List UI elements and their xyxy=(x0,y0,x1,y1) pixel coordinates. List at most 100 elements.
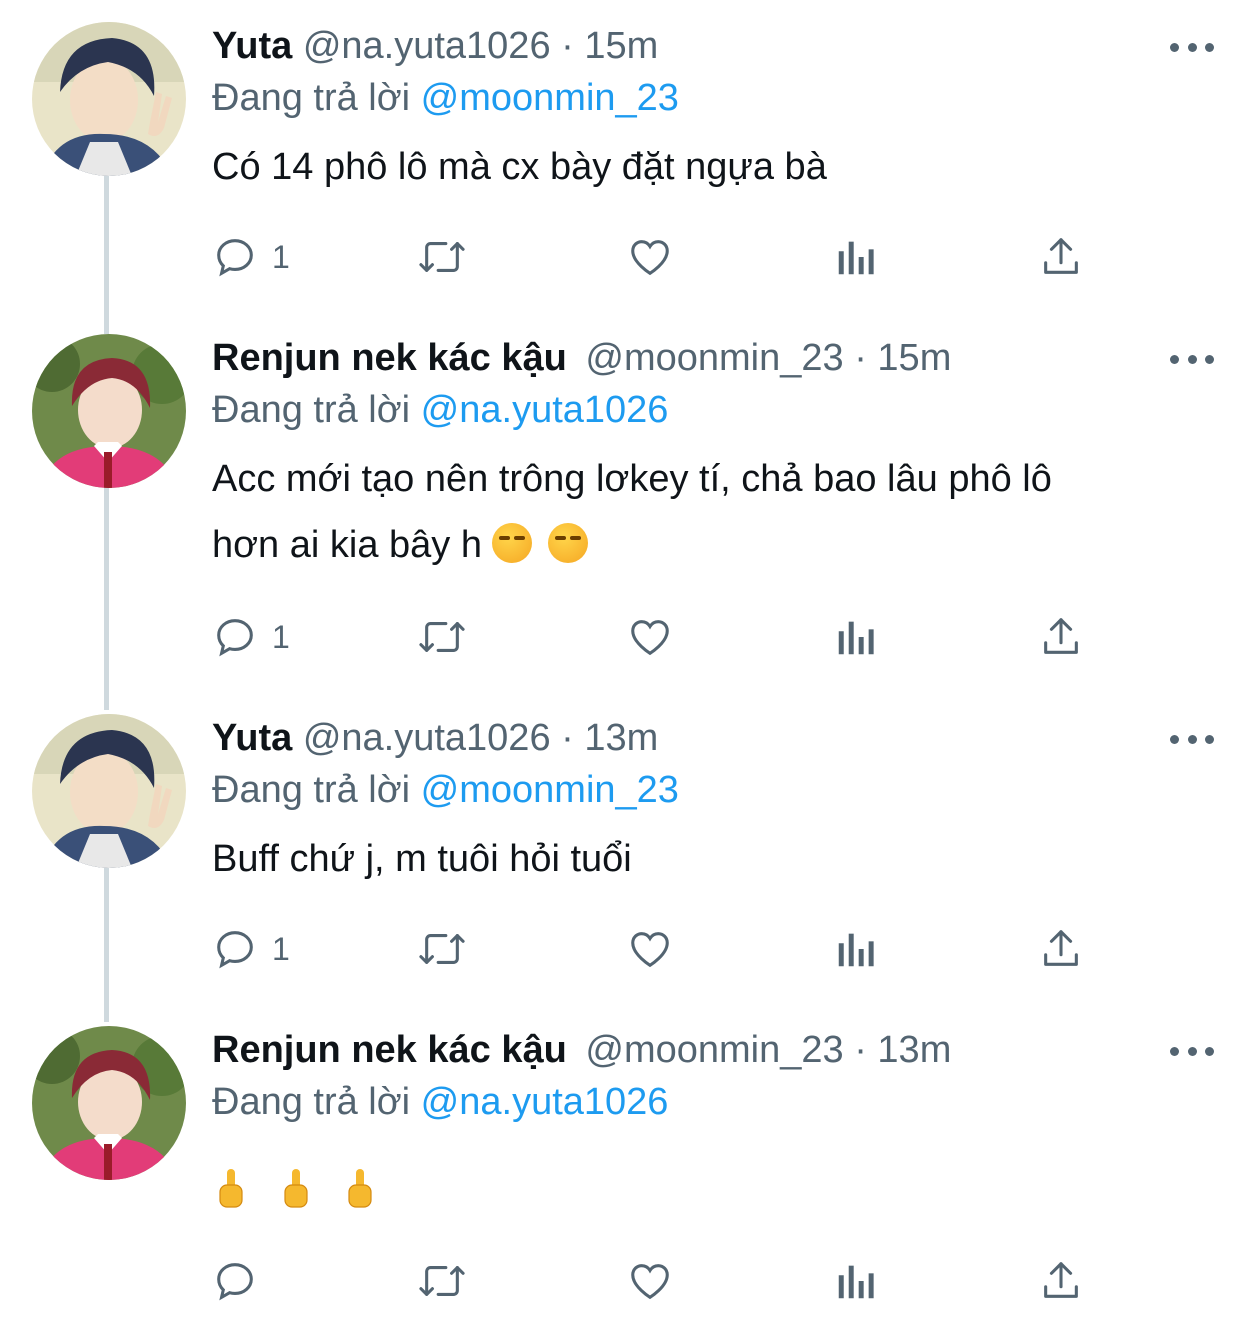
share-icon xyxy=(1044,618,1078,654)
tweet-header: Renjun nek kác kậu @moonmin_23 · 13m xyxy=(212,1024,951,1076)
analytics-icon xyxy=(838,933,874,967)
like-button[interactable] xyxy=(626,612,674,662)
replying-label: Đang trả lời xyxy=(212,769,411,811)
tweet[interactable]: Yuta @na.yuta1026 · 13m Đang trả lời @mo… xyxy=(0,692,1242,1004)
reply-icon xyxy=(217,619,253,657)
tweet-text-part: hơn ai kia bây h xyxy=(212,524,482,566)
user-handle[interactable]: @moonmin_23 xyxy=(585,1029,843,1071)
share-button[interactable] xyxy=(1038,232,1084,282)
display-name[interactable]: Renjun nek kác kậu xyxy=(212,337,567,379)
like-button[interactable] xyxy=(626,1256,674,1306)
heart-icon xyxy=(631,620,669,656)
action-bar: 1 xyxy=(212,924,1092,974)
mention-link[interactable]: @moonmin_23 xyxy=(421,77,679,119)
retweet-button[interactable] xyxy=(416,232,468,282)
share-icon xyxy=(1044,930,1078,966)
retweet-button[interactable] xyxy=(416,612,468,662)
avatar[interactable] xyxy=(32,1026,186,1180)
replying-to: Đang trả lời @moonmin_23 xyxy=(212,765,679,815)
middle-finger-emoji xyxy=(218,1164,244,1208)
analytics-icon xyxy=(838,1265,874,1299)
mention-link[interactable]: @na.yuta1026 xyxy=(421,1081,669,1123)
tweet-text: Acc mới tạo nên trông lơkey tí, chả bao … xyxy=(212,446,1202,578)
retweet-icon xyxy=(419,622,465,652)
timestamp[interactable]: 13m xyxy=(877,1029,951,1071)
more-options-icon[interactable] xyxy=(1170,40,1214,54)
smirking-face-emoji xyxy=(547,523,588,563)
timestamp[interactable]: 15m xyxy=(877,337,951,379)
tweet-text-line: hơn ai kia bây h xyxy=(212,512,1202,578)
analytics-button[interactable] xyxy=(834,924,878,974)
heart-icon xyxy=(631,1264,669,1300)
analytics-button[interactable] xyxy=(834,232,878,282)
timestamp[interactable]: 13m xyxy=(584,717,658,759)
smirking-face-emoji xyxy=(491,523,532,563)
separator-dot: · xyxy=(854,1029,867,1071)
analytics-icon xyxy=(838,621,874,655)
middle-finger-emoji xyxy=(283,1164,309,1208)
retweet-button[interactable] xyxy=(416,924,468,974)
tweet-header: Renjun nek kác kậu @moonmin_23 · 15m xyxy=(212,332,951,384)
user-handle[interactable]: @na.yuta1026 xyxy=(303,25,551,67)
timestamp[interactable]: 15m xyxy=(584,25,658,67)
user-handle[interactable]: @na.yuta1026 xyxy=(303,717,551,759)
middle-finger-emoji xyxy=(347,1164,373,1208)
tweet-header: Yuta @na.yuta1026 · 15m xyxy=(212,20,658,72)
display-name[interactable]: Yuta xyxy=(212,25,292,67)
replying-label: Đang trả lời xyxy=(212,389,411,431)
tweet[interactable]: Yuta @na.yuta1026 · 15m Đang trả lời @mo… xyxy=(0,0,1242,312)
reply-count: 1 xyxy=(272,930,290,967)
tweet-text-line: Acc mới tạo nên trông lơkey tí, chả bao … xyxy=(212,458,1052,500)
replying-to: Đang trả lời @na.yuta1026 xyxy=(212,1077,668,1127)
mention-link[interactable]: @na.yuta1026 xyxy=(421,389,669,431)
reply-button[interactable]: 1 xyxy=(212,612,290,662)
reply-button[interactable] xyxy=(212,1256,272,1306)
mention-link[interactable]: @moonmin_23 xyxy=(421,769,679,811)
reply-icon xyxy=(217,1263,253,1301)
reply-count: 1 xyxy=(272,238,290,275)
tweet[interactable]: Renjun nek kác kậu @moonmin_23 · 15m Đan… xyxy=(0,312,1242,692)
tweet-text: Buff chứ j, m tuôi hỏi tuổi xyxy=(212,838,632,880)
analytics-button[interactable] xyxy=(834,1256,878,1306)
reply-icon xyxy=(217,931,253,969)
reply-button[interactable]: 1 xyxy=(212,924,290,974)
retweet-button[interactable] xyxy=(416,1256,468,1306)
replying-to: Đang trả lời @moonmin_23 xyxy=(212,73,679,123)
share-button[interactable] xyxy=(1038,924,1084,974)
avatar[interactable] xyxy=(32,22,186,176)
retweet-icon xyxy=(419,242,465,272)
heart-icon xyxy=(631,240,669,276)
analytics-icon xyxy=(838,241,874,275)
reply-count: 1 xyxy=(272,618,290,655)
share-icon xyxy=(1044,1262,1078,1298)
replying-to: Đang trả lời @na.yuta1026 xyxy=(212,385,668,435)
more-options-icon[interactable] xyxy=(1170,1044,1214,1058)
reply-button[interactable]: 1 xyxy=(212,232,290,282)
more-options-icon[interactable] xyxy=(1170,732,1214,746)
retweet-icon xyxy=(419,934,465,964)
action-bar: 1 xyxy=(212,232,1092,282)
retweet-icon xyxy=(419,1266,465,1296)
more-options-icon[interactable] xyxy=(1170,352,1214,366)
share-button[interactable] xyxy=(1038,1256,1084,1306)
analytics-button[interactable] xyxy=(834,612,878,662)
tweet-header: Yuta @na.yuta1026 · 13m xyxy=(212,712,658,764)
separator-dot: · xyxy=(561,717,574,759)
like-button[interactable] xyxy=(626,924,674,974)
share-icon xyxy=(1044,238,1078,274)
action-bar: 1 xyxy=(212,612,1092,662)
display-name[interactable]: Renjun nek kác kậu xyxy=(212,1029,567,1071)
user-handle[interactable]: @moonmin_23 xyxy=(585,337,843,379)
like-button[interactable] xyxy=(626,232,674,282)
separator-dot: · xyxy=(561,25,574,67)
tweet-text: Có 14 phô lô mà cx bày đặt ngựa bà xyxy=(212,146,827,188)
replying-label: Đang trả lời xyxy=(212,1081,411,1123)
action-bar xyxy=(212,1256,1092,1306)
avatar[interactable] xyxy=(32,334,186,488)
display-name[interactable]: Yuta xyxy=(212,717,292,759)
share-button[interactable] xyxy=(1038,612,1084,662)
avatar[interactable] xyxy=(32,714,186,868)
separator-dot: · xyxy=(854,337,867,379)
tweet[interactable]: Renjun nek kác kậu @moonmin_23 · 13m Đan… xyxy=(0,1004,1242,1326)
replying-label: Đang trả lời xyxy=(212,77,411,119)
